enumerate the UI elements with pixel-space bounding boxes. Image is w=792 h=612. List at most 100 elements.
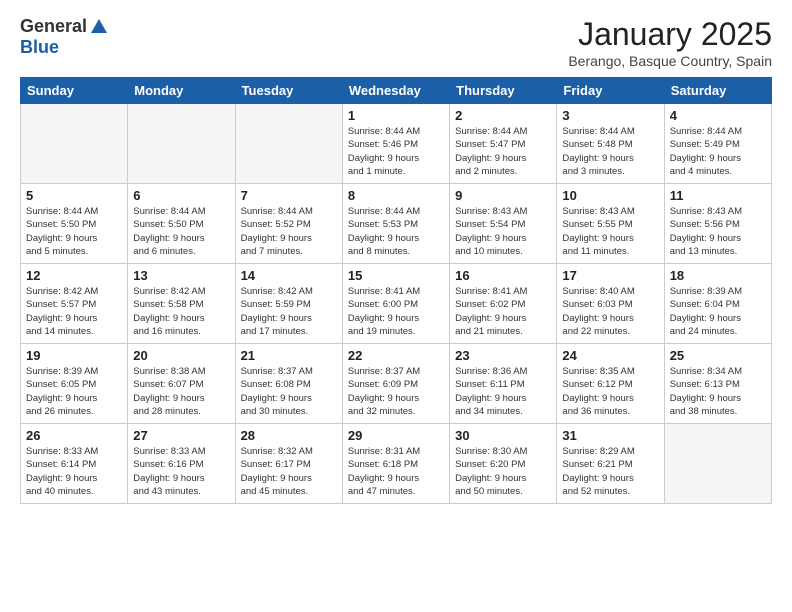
calendar-header-tuesday: Tuesday: [235, 78, 342, 104]
calendar-cell: 29 Sunrise: 8:31 AM Sunset: 6:18 PM Dayli…: [342, 424, 449, 504]
day-number: 17: [562, 268, 658, 283]
day-info: Sunrise: 8:34 AM Sunset: 6:13 PM Dayligh…: [670, 365, 766, 418]
calendar-cell: 30 Sunrise: 8:30 AM Sunset: 6:20 PM Dayli…: [450, 424, 557, 504]
logo-blue-text: Blue: [20, 37, 59, 58]
calendar-cell: 23Sunrise: 8:36 AM Sunset: 6:11 PM Dayli…: [450, 344, 557, 424]
day-number: 28: [241, 428, 337, 443]
day-info: Sunrise: 8:44 AM Sunset: 5:53 PM Dayligh…: [348, 205, 444, 258]
calendar-cell: 26Sunrise: 8:33 AM Sunset: 6:14 PM Dayli…: [21, 424, 128, 504]
day-number: 4: [670, 108, 766, 123]
day-number: 13: [133, 268, 229, 283]
day-number: 8: [348, 188, 444, 203]
day-info: Sunrise: 8:35 AM Sunset: 6:12 PM Dayligh…: [562, 365, 658, 418]
calendar-cell: 31 Sunrise: 8:29 AM Sunset: 6:21 PM Dayli…: [557, 424, 664, 504]
calendar-cell: 1 Sunrise: 8:44 AM Sunset: 5:46 PM Daylig…: [342, 104, 449, 184]
day-info: Sunrise: 8:44 AM Sunset: 5:47 PM Dayligh…: [455, 125, 551, 178]
calendar-cell: 24 Sunrise: 8:35 AM Sunset: 6:12 PM Dayli…: [557, 344, 664, 424]
calendar: SundayMondayTuesdayWednesdayThursdayFrid…: [20, 77, 772, 504]
calendar-cell: 2 Sunrise: 8:44 AM Sunset: 5:47 PM Daylig…: [450, 104, 557, 184]
calendar-cell: 28 Sunrise: 8:32 AM Sunset: 6:17 PM Dayli…: [235, 424, 342, 504]
day-info: Sunrise: 8:44 AM Sunset: 5:48 PM Dayligh…: [562, 125, 658, 178]
page: General Blue January 2025 Berango, Basqu…: [0, 0, 792, 612]
calendar-cell: 17 Sunrise: 8:40 AM Sunset: 6:03 PM Dayli…: [557, 264, 664, 344]
calendar-cell: 25 Sunrise: 8:34 AM Sunset: 6:13 PM Dayli…: [664, 344, 771, 424]
day-info: Sunrise: 8:39 AM Sunset: 6:05 PM Dayligh…: [26, 365, 122, 418]
calendar-cell: 4 Sunrise: 8:44 AM Sunset: 5:49 PM Daylig…: [664, 104, 771, 184]
calendar-cell: 6 Sunrise: 8:44 AM Sunset: 5:50 PM Daylig…: [128, 184, 235, 264]
day-info: Sunrise: 8:39 AM Sunset: 6:04 PM Dayligh…: [670, 285, 766, 338]
day-number: 30: [455, 428, 551, 443]
day-number: 1: [348, 108, 444, 123]
header: General Blue January 2025 Berango, Basqu…: [20, 16, 772, 69]
calendar-cell: 5Sunrise: 8:44 AM Sunset: 5:50 PM Daylig…: [21, 184, 128, 264]
day-number: 15: [348, 268, 444, 283]
calendar-week-4: 19Sunrise: 8:39 AM Sunset: 6:05 PM Dayli…: [21, 344, 772, 424]
day-number: 21: [241, 348, 337, 363]
day-number: 11: [670, 188, 766, 203]
day-number: 3: [562, 108, 658, 123]
calendar-cell: 9Sunrise: 8:43 AM Sunset: 5:54 PM Daylig…: [450, 184, 557, 264]
calendar-cell: [664, 424, 771, 504]
day-info: Sunrise: 8:32 AM Sunset: 6:17 PM Dayligh…: [241, 445, 337, 498]
day-info: Sunrise: 8:44 AM Sunset: 5:50 PM Dayligh…: [133, 205, 229, 258]
logo-general-text: General: [20, 16, 87, 37]
subtitle: Berango, Basque Country, Spain: [568, 53, 772, 69]
day-number: 27: [133, 428, 229, 443]
day-number: 9: [455, 188, 551, 203]
calendar-cell: 3 Sunrise: 8:44 AM Sunset: 5:48 PM Daylig…: [557, 104, 664, 184]
logo: General Blue: [20, 16, 107, 58]
calendar-header-sunday: Sunday: [21, 78, 128, 104]
day-info: Sunrise: 8:43 AM Sunset: 5:56 PM Dayligh…: [670, 205, 766, 258]
day-number: 10: [562, 188, 658, 203]
calendar-cell: 11 Sunrise: 8:43 AM Sunset: 5:56 PM Dayli…: [664, 184, 771, 264]
day-info: Sunrise: 8:38 AM Sunset: 6:07 PM Dayligh…: [133, 365, 229, 418]
day-number: 2: [455, 108, 551, 123]
calendar-cell: 7Sunrise: 8:44 AM Sunset: 5:52 PM Daylig…: [235, 184, 342, 264]
day-info: Sunrise: 8:44 AM Sunset: 5:46 PM Dayligh…: [348, 125, 444, 178]
calendar-week-1: 1 Sunrise: 8:44 AM Sunset: 5:46 PM Daylig…: [21, 104, 772, 184]
logo-triangle-icon: [91, 19, 107, 33]
day-info: Sunrise: 8:42 AM Sunset: 5:59 PM Dayligh…: [241, 285, 337, 338]
day-info: Sunrise: 8:44 AM Sunset: 5:49 PM Dayligh…: [670, 125, 766, 178]
calendar-cell: 20 Sunrise: 8:38 AM Sunset: 6:07 PM Dayli…: [128, 344, 235, 424]
calendar-cell: [235, 104, 342, 184]
day-info: Sunrise: 8:33 AM Sunset: 6:16 PM Dayligh…: [133, 445, 229, 498]
main-title: January 2025: [568, 16, 772, 53]
day-number: 20: [133, 348, 229, 363]
calendar-cell: 22Sunrise: 8:37 AM Sunset: 6:09 PM Dayli…: [342, 344, 449, 424]
day-number: 26: [26, 428, 122, 443]
calendar-cell: 8 Sunrise: 8:44 AM Sunset: 5:53 PM Daylig…: [342, 184, 449, 264]
day-number: 6: [133, 188, 229, 203]
calendar-week-3: 12Sunrise: 8:42 AM Sunset: 5:57 PM Dayli…: [21, 264, 772, 344]
calendar-cell: 13 Sunrise: 8:42 AM Sunset: 5:58 PM Dayli…: [128, 264, 235, 344]
calendar-cell: [128, 104, 235, 184]
calendar-header-row: SundayMondayTuesdayWednesdayThursdayFrid…: [21, 78, 772, 104]
day-number: 31: [562, 428, 658, 443]
day-info: Sunrise: 8:42 AM Sunset: 5:58 PM Dayligh…: [133, 285, 229, 338]
day-info: Sunrise: 8:29 AM Sunset: 6:21 PM Dayligh…: [562, 445, 658, 498]
calendar-cell: 21Sunrise: 8:37 AM Sunset: 6:08 PM Dayli…: [235, 344, 342, 424]
day-number: 22: [348, 348, 444, 363]
calendar-cell: 16 Sunrise: 8:41 AM Sunset: 6:02 PM Dayli…: [450, 264, 557, 344]
calendar-header-wednesday: Wednesday: [342, 78, 449, 104]
day-info: Sunrise: 8:44 AM Sunset: 5:52 PM Dayligh…: [241, 205, 337, 258]
day-number: 29: [348, 428, 444, 443]
calendar-header-thursday: Thursday: [450, 78, 557, 104]
calendar-week-5: 26Sunrise: 8:33 AM Sunset: 6:14 PM Dayli…: [21, 424, 772, 504]
day-info: Sunrise: 8:44 AM Sunset: 5:50 PM Dayligh…: [26, 205, 122, 258]
day-info: Sunrise: 8:41 AM Sunset: 6:02 PM Dayligh…: [455, 285, 551, 338]
day-number: 14: [241, 268, 337, 283]
calendar-header-saturday: Saturday: [664, 78, 771, 104]
day-number: 24: [562, 348, 658, 363]
calendar-cell: 15Sunrise: 8:41 AM Sunset: 6:00 PM Dayli…: [342, 264, 449, 344]
day-number: 12: [26, 268, 122, 283]
day-info: Sunrise: 8:40 AM Sunset: 6:03 PM Dayligh…: [562, 285, 658, 338]
calendar-cell: 19Sunrise: 8:39 AM Sunset: 6:05 PM Dayli…: [21, 344, 128, 424]
day-info: Sunrise: 8:30 AM Sunset: 6:20 PM Dayligh…: [455, 445, 551, 498]
calendar-cell: 18Sunrise: 8:39 AM Sunset: 6:04 PM Dayli…: [664, 264, 771, 344]
calendar-cell: 14 Sunrise: 8:42 AM Sunset: 5:59 PM Dayli…: [235, 264, 342, 344]
day-info: Sunrise: 8:31 AM Sunset: 6:18 PM Dayligh…: [348, 445, 444, 498]
day-number: 25: [670, 348, 766, 363]
day-number: 16: [455, 268, 551, 283]
calendar-cell: 27 Sunrise: 8:33 AM Sunset: 6:16 PM Dayli…: [128, 424, 235, 504]
